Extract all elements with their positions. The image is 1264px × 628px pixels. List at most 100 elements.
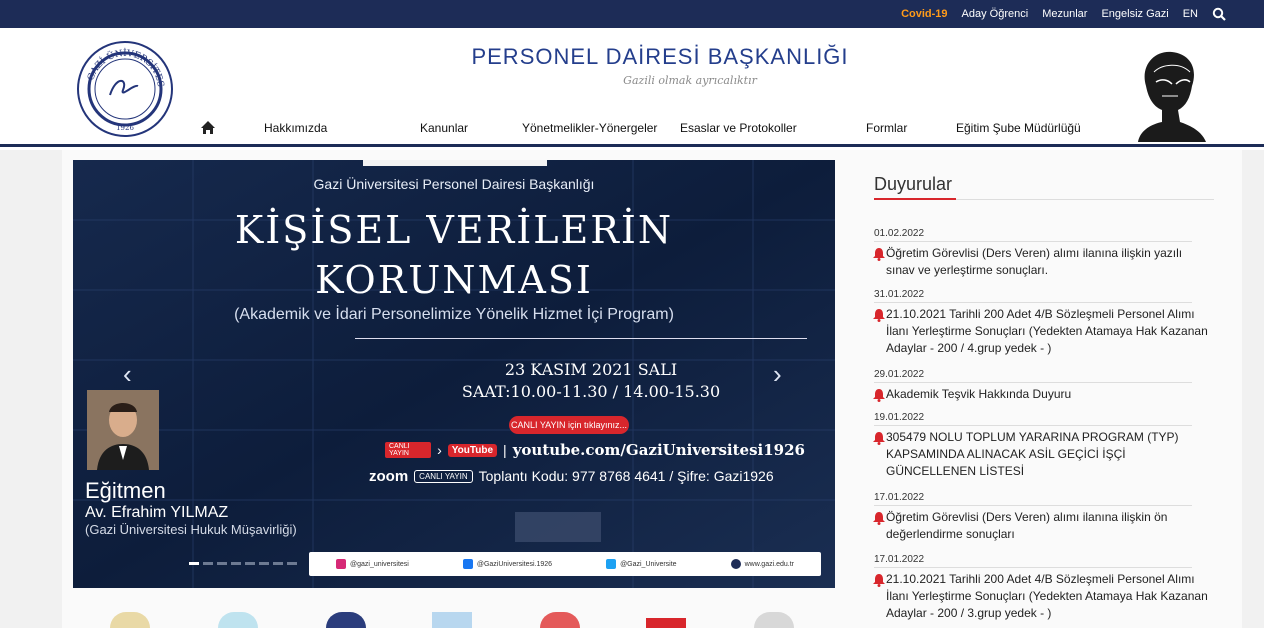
announcement-text[interactable]: Öğretim Görevlisi (Ders Veren) alımı ila… <box>886 509 1212 543</box>
slide-headline-2: KORUNMASI <box>315 258 593 302</box>
nav-item-kanunlar[interactable]: Kanunlar <box>420 120 468 136</box>
announcement-item[interactable]: 17.01.2022 21.10.2021 Tarihli 200 Adet 4… <box>872 554 1212 622</box>
bell-icon <box>873 248 885 261</box>
partner-logo[interactable] <box>540 612 580 628</box>
home-icon[interactable] <box>200 120 216 135</box>
slider-next-button[interactable]: › <box>773 361 782 387</box>
social-twitter[interactable]: @Gazi_Universite <box>606 559 677 569</box>
partner-logos-strip <box>100 612 820 628</box>
slider-dot[interactable] <box>217 562 227 565</box>
social-instagram[interactable]: @gazi_universitesi <box>336 559 409 569</box>
announcement-text[interactable]: 305479 NOLU TOPLUM YARARINA PROGRAM (TYP… <box>886 429 1212 480</box>
engelsiz-gazi-link[interactable]: Engelsiz Gazi <box>1101 8 1168 20</box>
slider-dot[interactable] <box>189 562 199 565</box>
nav-item-egitim-sube[interactable]: Eğitim Şube Müdürlüğü <box>956 120 1081 136</box>
date-divider <box>874 567 1192 568</box>
slide-time: SAAT:10.00-11.30 / 14.00-15.30 <box>461 382 721 401</box>
search-icon[interactable] <box>1212 7 1226 21</box>
live-stream-button[interactable]: CANLI YAYIN için tıklayınız... <box>509 416 629 434</box>
announcement-item[interactable]: 31.01.2022 21.10.2021 Tarihli 200 Adet 4… <box>872 289 1212 357</box>
instagram-icon <box>336 559 346 569</box>
announcement-text[interactable]: Akademik Teşvik Hakkında Duyuru <box>886 386 1071 403</box>
arrow-right-icon: › <box>437 442 442 458</box>
social-facebook[interactable]: @GaziUniversitesi.1926 <box>462 559 553 569</box>
slide-organization: Gazi Üniversitesi Personel Dairesi Başka… <box>313 176 595 192</box>
live-tag: CANLI YAYIN <box>385 442 432 458</box>
trainer-photo <box>87 390 159 470</box>
header-divider <box>0 144 1264 147</box>
slider-dots <box>189 562 297 565</box>
youtube-url[interactable]: youtube.com/GaziUniversitesi1926 <box>513 441 805 459</box>
partner-logo[interactable] <box>110 612 150 628</box>
twitter-icon <box>606 559 617 569</box>
partner-logo[interactable] <box>432 612 472 628</box>
social-label: @gazi_universitesi <box>350 560 409 568</box>
nav-item-formlar[interactable]: Formlar <box>866 120 907 136</box>
date-divider <box>874 425 1192 426</box>
site-slogan: Gazili olmak ayrıcalıktır <box>623 74 757 87</box>
banner-slider[interactable]: Gazi Üniversitesi Personel Dairesi Başka… <box>73 160 835 588</box>
slider-dot[interactable] <box>203 562 213 565</box>
announcements-panel: Duyurular 01.02.2022 Öğretim Görevlisi (… <box>866 174 1218 628</box>
partner-logo[interactable] <box>646 618 686 628</box>
bell-icon <box>873 309 885 322</box>
slider-dot[interactable] <box>273 562 283 565</box>
announcement-date: 17.01.2022 <box>874 492 925 503</box>
slider-dot[interactable] <box>245 562 255 565</box>
slider-dot[interactable] <box>231 562 241 565</box>
top-bar: Covid-19 Aday Öğrenci Mezunlar Engelsiz … <box>0 0 1264 28</box>
zoom-logo: zoom <box>369 467 409 485</box>
trainer-title: Eğitmen <box>85 478 166 503</box>
announcement-item[interactable]: 19.01.2022 305479 NOLU TOPLUM YARARINA P… <box>872 412 1212 480</box>
slide-headline-1: KİŞİSEL VERİLERİN <box>234 208 674 252</box>
announcements-heading: Duyurular <box>874 174 953 194</box>
slider-tab <box>363 160 547 166</box>
announcement-text[interactable]: Öğretim Görevlisi (Ders Veren) alımı ila… <box>886 245 1212 279</box>
slider-dot[interactable] <box>259 562 269 565</box>
aday-ogrenci-link[interactable]: Aday Öğrenci <box>962 8 1029 20</box>
nav-item-hakkimizda[interactable]: Hakkımızda <box>264 120 327 136</box>
language-en-link[interactable]: EN <box>1183 8 1198 20</box>
trainer-organization: (Gazi Üniversitesi Hukuk Müşavirliği) <box>85 522 297 537</box>
nav-item-esaslar[interactable]: Esaslar ve Protokoller <box>680 120 797 136</box>
announcement-date: 31.01.2022 <box>874 289 925 300</box>
date-divider <box>874 382 1192 383</box>
partner-logo[interactable] <box>754 612 794 628</box>
heading-accent <box>874 198 956 200</box>
announcement-date: 01.02.2022 <box>874 228 925 239</box>
site-header: GAZİ ÜNİVERSİTESİ 1926 PERSONEL DAİRESİ … <box>0 28 1264 146</box>
slide-subtitle: (Akademik ve İdari Personelimize Yönelik… <box>234 306 674 323</box>
building-graphic <box>515 512 601 542</box>
youtube-row: CANLI YAYIN › YouTube | youtube.com/Gazi… <box>385 440 805 460</box>
youtube-logo: YouTube <box>447 443 498 457</box>
announcement-text[interactable]: 21.10.2021 Tarihli 200 Adet 4/B Sözleşme… <box>886 306 1212 357</box>
nav-item-yonetmelikler[interactable]: Yönetmelikler-Yönergeler <box>522 120 657 136</box>
slider-prev-button[interactable]: ‹ <box>123 361 132 387</box>
slider-dot[interactable] <box>287 562 297 565</box>
partner-logo[interactable] <box>218 612 258 628</box>
bell-icon <box>873 432 885 445</box>
date-divider <box>874 302 1192 303</box>
mezunlar-link[interactable]: Mezunlar <box>1042 8 1087 20</box>
bell-icon <box>873 574 885 587</box>
date-divider <box>874 505 1192 506</box>
social-links: @gazi_universitesi @GaziUniversitesi.192… <box>309 552 821 576</box>
main-nav: Hakkımızda Kanunlar Yönetmelikler-Yönerg… <box>0 120 1264 146</box>
announcement-item[interactable]: 29.01.2022 Akademik Teşvik Hakkında Duyu… <box>872 369 1212 403</box>
partner-logo[interactable] <box>326 612 366 628</box>
announcement-item[interactable]: 17.01.2022 Öğretim Görevlisi (Ders Veren… <box>872 492 1212 543</box>
announcement-text[interactable]: 21.10.2021 Tarihli 200 Adet 4/B Sözleşme… <box>886 571 1212 622</box>
zoom-row: zoom CANLI YAYIN Toplantı Kodu: 977 8768… <box>369 466 809 486</box>
social-label: @GaziUniversitesi.1926 <box>476 560 553 568</box>
covid-link[interactable]: Covid-19 <box>901 8 947 20</box>
top-links: Covid-19 Aday Öğrenci Mezunlar Engelsiz … <box>901 0 1226 28</box>
social-website[interactable]: www.gazi.edu.tr <box>730 559 794 569</box>
zoom-info: Toplantı Kodu: 977 8768 4641 / Şifre: Ga… <box>478 468 774 484</box>
date-divider <box>874 241 1192 242</box>
slide-rule <box>355 338 807 339</box>
facebook-icon <box>462 559 473 569</box>
bell-icon <box>873 512 885 525</box>
announcement-item[interactable]: 01.02.2022 Öğretim Görevlisi (Ders Veren… <box>872 228 1212 279</box>
social-label: www.gazi.edu.tr <box>744 560 794 568</box>
bell-icon <box>873 389 885 402</box>
